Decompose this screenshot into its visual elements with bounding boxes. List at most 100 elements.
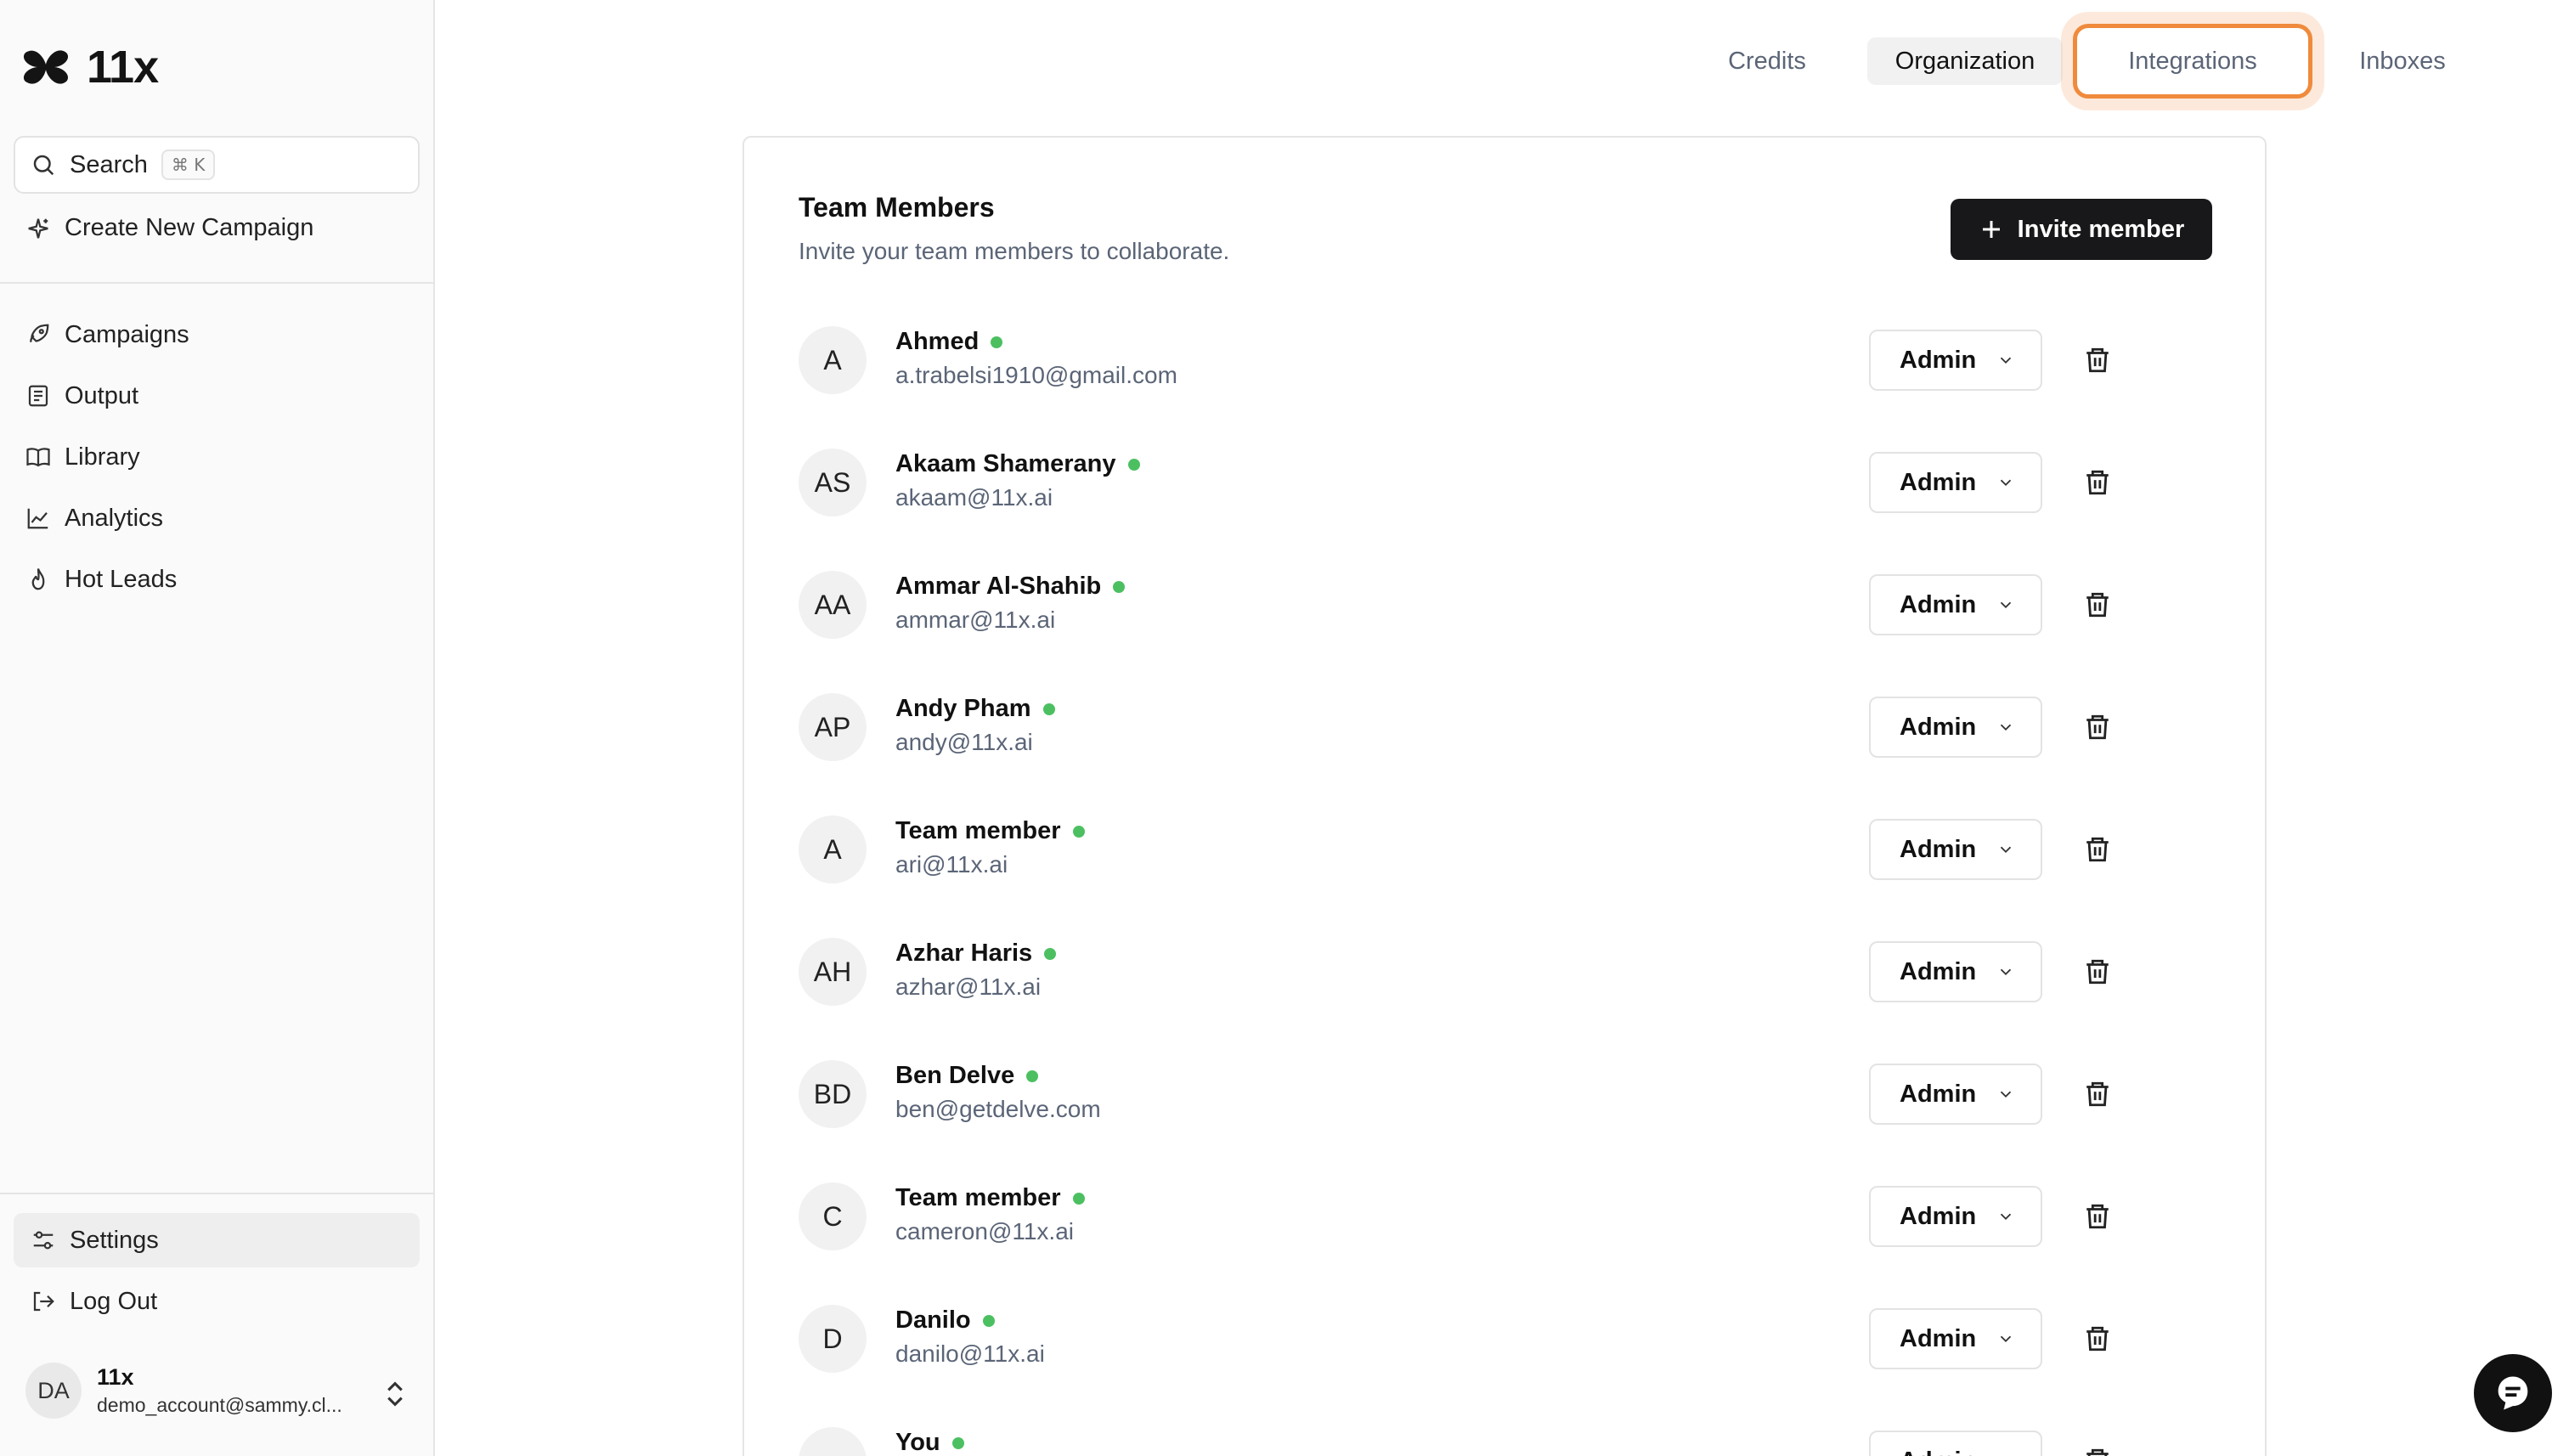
logo-mark-icon bbox=[23, 50, 69, 84]
trash-icon[interactable] bbox=[2083, 1446, 2112, 1456]
member-name-line: You bbox=[895, 1429, 964, 1456]
sidebar-item-settings[interactable]: Settings bbox=[14, 1213, 420, 1267]
trash-icon[interactable] bbox=[2083, 957, 2112, 987]
search-box[interactable]: Search ⌘ K bbox=[14, 136, 420, 194]
member-row: C Team member cameron@11x.ai Admin bbox=[799, 1174, 2212, 1259]
sidebar-item-hot-leads[interactable]: Hot Leads bbox=[25, 549, 189, 610]
chevron-down-icon bbox=[1996, 1452, 2015, 1456]
online-status-dot bbox=[951, 1436, 964, 1449]
member-name: Ammar Al-Shahib bbox=[895, 573, 1102, 600]
search-label: Search bbox=[70, 150, 148, 178]
tab-credits[interactable]: Credits bbox=[1691, 37, 1843, 85]
invite-member-button[interactable]: Invite member bbox=[1951, 199, 2212, 260]
member-row: D Danilo danilo@11x.ai Admin bbox=[799, 1296, 2212, 1381]
role-select[interactable]: Admin bbox=[1869, 1431, 2042, 1456]
role-select[interactable]: Admin bbox=[1869, 574, 2042, 635]
avatar: A bbox=[799, 815, 867, 883]
chevron-down-icon bbox=[2001, 601, 2012, 609]
create-campaign-button[interactable]: Create New Campaign bbox=[25, 214, 313, 242]
chevron-up-down-icon[interactable] bbox=[384, 1380, 406, 1408]
sidebar-item-output[interactable]: Output bbox=[25, 365, 189, 426]
tab-organization[interactable]: Organization bbox=[1867, 37, 2063, 85]
logout-label: Log Out bbox=[70, 1287, 158, 1315]
role-select[interactable]: Admin bbox=[1869, 697, 2042, 758]
role-select[interactable]: Admin bbox=[1869, 330, 2042, 391]
trash-icon[interactable] bbox=[2083, 834, 2112, 865]
chevron-down-icon bbox=[2001, 1335, 2012, 1343]
sidebar-item-library[interactable]: Library bbox=[25, 426, 189, 488]
role-select[interactable]: Admin bbox=[1869, 1064, 2042, 1125]
online-status-dot bbox=[1127, 458, 1140, 471]
trash-icon[interactable] bbox=[2083, 1079, 2112, 1109]
chevron-down-icon bbox=[2001, 846, 2012, 854]
chart-icon bbox=[27, 508, 48, 529]
settings-label: Settings bbox=[70, 1226, 159, 1254]
document-icon bbox=[28, 385, 48, 407]
card-subtitle: Invite your team members to collaborate. bbox=[799, 238, 1230, 264]
role-select[interactable]: Admin bbox=[1869, 452, 2042, 513]
role-value: Admin bbox=[1900, 1324, 1977, 1352]
sidebar-item-label: Library bbox=[65, 443, 140, 471]
role-select[interactable]: Admin bbox=[1869, 941, 2042, 1002]
member-row: You Admin bbox=[799, 1419, 2212, 1456]
chat-widget-button[interactable] bbox=[2474, 1354, 2552, 1432]
member-name: You bbox=[895, 1429, 940, 1456]
sidebar-item-label: Output bbox=[65, 381, 139, 409]
avatar: C bbox=[799, 1182, 867, 1250]
member-row: AS Akaam Shamerany akaam@11x.ai Admin bbox=[799, 440, 2212, 525]
rocket-icon bbox=[30, 324, 49, 342]
trash-icon[interactable] bbox=[2083, 1201, 2112, 1232]
online-status-dot bbox=[1072, 825, 1085, 838]
member-name-line: Azhar Haris bbox=[895, 940, 1057, 968]
member-email: andy@11x.ai bbox=[895, 729, 1033, 755]
account-switcher[interactable]: DA 11x demo_account@sammy.cl... bbox=[25, 1363, 369, 1419]
sidebar: 11x Search ⌘ K Create New Campaign Campa… bbox=[0, 0, 435, 1456]
search-icon bbox=[33, 155, 54, 176]
avatar: BD bbox=[799, 1060, 867, 1128]
member-name-line: Team member bbox=[895, 817, 1085, 845]
sidebar-item-campaigns[interactable]: Campaigns bbox=[25, 304, 189, 365]
member-row: A Ahmed a.trabelsi1910@gmail.com Admin bbox=[799, 318, 2212, 403]
tab-inboxes[interactable]: Inboxes bbox=[2326, 37, 2479, 85]
tab-integrations[interactable]: Integrations bbox=[2073, 24, 2312, 99]
role-select[interactable]: Admin bbox=[1869, 1186, 2042, 1247]
flame-icon bbox=[31, 568, 45, 590]
role-select[interactable]: Admin bbox=[1869, 819, 2042, 880]
trash-icon[interactable] bbox=[2083, 1323, 2112, 1354]
logout-button[interactable]: Log Out bbox=[31, 1274, 157, 1329]
app-logo[interactable]: 11x bbox=[20, 41, 159, 93]
member-email: a.trabelsi1910@gmail.com bbox=[895, 362, 1177, 388]
logo-text: 11x bbox=[87, 42, 159, 93]
member-name-line: Danilo bbox=[895, 1306, 995, 1335]
member-name-line: Ahmed bbox=[895, 328, 1003, 356]
online-status-dot bbox=[1072, 1192, 1085, 1205]
sidebar-item-analytics[interactable]: Analytics bbox=[25, 488, 189, 549]
chevron-down-icon bbox=[2001, 357, 2012, 364]
trash-icon[interactable] bbox=[2083, 467, 2112, 498]
avatar: D bbox=[799, 1305, 867, 1373]
chevron-down-icon bbox=[2001, 1091, 2012, 1098]
member-row: AH Azhar Haris azhar@11x.ai Admin bbox=[799, 929, 2212, 1014]
role-select[interactable]: Admin bbox=[1869, 1308, 2042, 1369]
trash-icon[interactable] bbox=[2083, 712, 2112, 742]
member-name: Ahmed bbox=[895, 328, 980, 355]
online-status-dot bbox=[1113, 580, 1126, 593]
create-campaign-label: Create New Campaign bbox=[65, 214, 314, 241]
card-title: Team Members bbox=[799, 192, 995, 223]
role-value: Admin bbox=[1900, 468, 1977, 496]
chevron-down-icon bbox=[2001, 724, 2012, 731]
chevron-down-icon bbox=[2001, 1213, 2012, 1221]
avatar: DA bbox=[25, 1363, 82, 1419]
team-members-card: Team Members Invite your team members to… bbox=[742, 136, 2267, 1456]
member-row: AP Andy Pham andy@11x.ai Admin bbox=[799, 685, 2212, 770]
trash-icon[interactable] bbox=[2083, 590, 2112, 620]
avatar: AS bbox=[799, 449, 867, 516]
online-status-dot bbox=[1044, 947, 1057, 960]
member-name: Akaam Shamerany bbox=[895, 450, 1116, 477]
role-value: Admin bbox=[1900, 1202, 1977, 1230]
member-name: Team member bbox=[895, 1184, 1061, 1211]
trash-icon[interactable] bbox=[2083, 345, 2112, 375]
member-name: Team member bbox=[895, 817, 1061, 844]
member-name: Danilo bbox=[895, 1306, 971, 1334]
online-status-dot bbox=[1026, 1069, 1039, 1082]
